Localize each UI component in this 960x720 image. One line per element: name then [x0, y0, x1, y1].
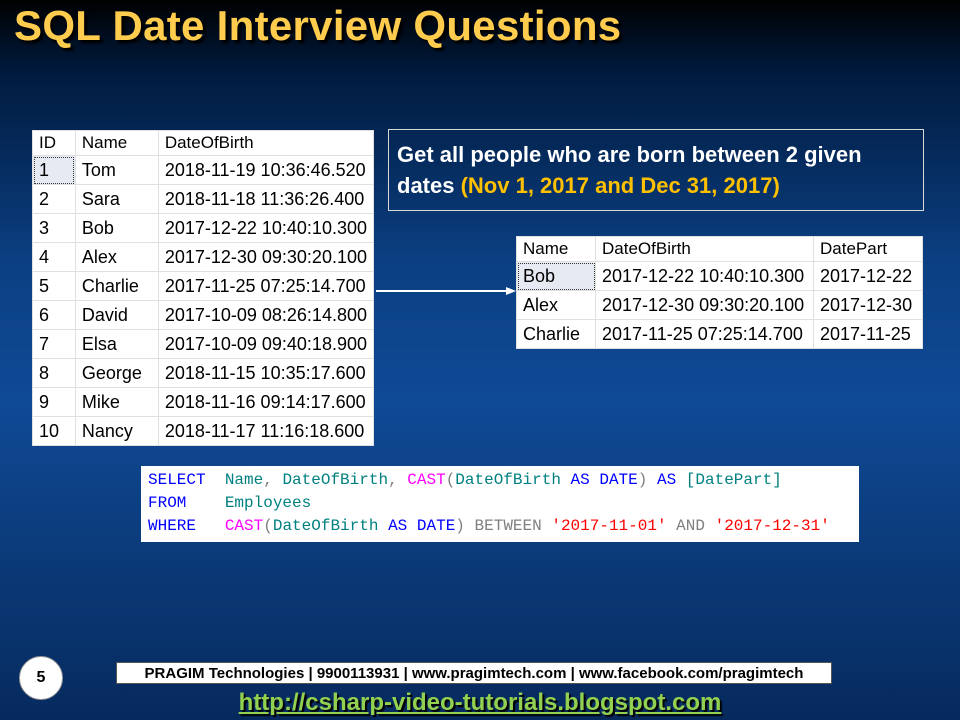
table-cell[interactable]: 2018-11-15 10:35:17.600	[157, 358, 375, 388]
table-cell[interactable]: Tom	[74, 155, 159, 185]
table-row[interactable]: Charlie 2017-11-25 07:25:14.700 2017-11-25	[516, 319, 923, 349]
sql-identifier: [DatePart]	[685, 471, 782, 489]
sql-operator: BETWEEN	[474, 517, 542, 535]
column-header: DatePart	[813, 236, 923, 262]
table-cell[interactable]: 2017-10-09 09:40:18.900	[157, 329, 375, 359]
question-date-range: (Nov 1, 2017 and Dec 31, 2017)	[460, 173, 780, 198]
arrow-icon	[376, 287, 516, 295]
table-row[interactable]: 7 Elsa 2017-10-09 09:40:18.900	[32, 329, 375, 359]
table-cell[interactable]: 4	[32, 242, 76, 272]
table-cell[interactable]: David	[74, 300, 159, 330]
table-cell[interactable]: 10	[32, 416, 76, 446]
table-row[interactable]: 2 Sara 2018-11-18 11:36:26.400	[32, 184, 375, 214]
sql-keyword: FROM	[148, 494, 187, 512]
sql-keyword: DATE	[599, 471, 638, 489]
sql-operator: AND	[676, 517, 705, 535]
sql-identifier: DateOfBirth	[455, 471, 561, 489]
table-row[interactable]: 8 George 2018-11-15 10:35:17.600	[32, 358, 375, 388]
sql-line: WHERE CAST(DateOfBirth AS DATE) BETWEEN …	[148, 517, 830, 535]
table-cell[interactable]: Bob	[74, 213, 159, 243]
table-cell[interactable]: 2	[32, 184, 76, 214]
table-cell[interactable]: Elsa	[74, 329, 159, 359]
table-cell[interactable]: George	[74, 358, 159, 388]
source-table: ID Name DateOfBirth 1 Tom 2018-11-19 10:36…	[32, 130, 375, 446]
table-cell[interactable]: Mike	[74, 387, 159, 417]
table-cell[interactable]: 1	[32, 155, 76, 185]
table-cell[interactable]: 9	[32, 387, 76, 417]
table-cell[interactable]: 2017-11-25 07:25:14.700	[595, 319, 814, 349]
table-cell[interactable]: 2018-11-16 09:14:17.600	[157, 387, 375, 417]
table-row[interactable]: 3 Bob 2017-12-22 10:40:10.300	[32, 213, 375, 243]
sql-line: FROM Employees	[148, 494, 311, 512]
table-cell[interactable]: 2017-11-25	[813, 319, 923, 349]
sql-operator: )	[455, 517, 465, 535]
table-row[interactable]: 5 Charlie 2017-11-25 07:25:14.700	[32, 271, 375, 301]
table-cell[interactable]: Charlie	[74, 271, 159, 301]
table-row[interactable]: 1 Tom 2018-11-19 10:36:46.520	[32, 155, 375, 185]
sql-identifier: DateOfBirth	[272, 517, 379, 535]
sql-query-block: SELECT Name, DateOfBirth, CAST(DateOfBir…	[141, 466, 859, 542]
table-cell[interactable]: Sara	[74, 184, 159, 214]
slide-title: SQL Date Interview Questions	[14, 2, 622, 49]
sql-keyword: DATE	[416, 517, 456, 535]
footer-banner: PRAGIM Technologies | 9900113931 | www.p…	[116, 662, 832, 684]
sql-string: '2017-11-01'	[551, 517, 667, 535]
table-row[interactable]: 6 David 2017-10-09 08:26:14.800	[32, 300, 375, 330]
table-row[interactable]: Alex 2017-12-30 09:30:20.100 2017-12-30	[516, 290, 923, 320]
sql-line: SELECT Name, DateOfBirth, CAST(DateOfBir…	[148, 471, 782, 489]
sql-function: CAST	[407, 471, 446, 489]
sql-keyword: AS	[388, 517, 408, 535]
sql-string: '2017-12-31'	[714, 517, 830, 535]
table-cell[interactable]: 2017-11-25 07:25:14.700	[157, 271, 375, 301]
column-header: DateOfBirth	[157, 130, 375, 156]
table-cell[interactable]: 2018-11-19 10:36:46.520	[157, 155, 375, 185]
table-row[interactable]: Bob 2017-12-22 10:40:10.300 2017-12-22	[516, 261, 923, 291]
sql-identifier: DateOfBirth	[282, 471, 389, 489]
table-header-row: Name DateOfBirth DatePart	[516, 236, 923, 262]
sql-keyword: WHERE	[148, 517, 197, 535]
table-cell[interactable]: 7	[32, 329, 76, 359]
sql-identifier: Employees	[224, 494, 312, 512]
sql-operator: )	[637, 471, 648, 489]
table-cell[interactable]: 2017-12-22	[813, 261, 923, 291]
column-header: DateOfBirth	[595, 236, 814, 262]
table-cell[interactable]: 2017-12-30	[813, 290, 923, 320]
table-cell[interactable]: Bob	[516, 261, 596, 291]
sql-keyword: AS	[570, 471, 590, 489]
table-cell[interactable]: Alex	[516, 290, 596, 320]
table-cell[interactable]: Charlie	[516, 319, 596, 349]
result-table: Name DateOfBirth DatePart Bob 2017-12-22 …	[516, 236, 923, 349]
table-row[interactable]: 10 Nancy 2018-11-17 11:16:18.600	[32, 416, 375, 446]
sql-operator: (	[445, 471, 456, 489]
sql-operator: (	[263, 517, 273, 535]
column-header: Name	[516, 236, 596, 262]
blog-link[interactable]: http://csharp-video-tutorials.blogspot.c…	[0, 689, 960, 717]
sql-keyword: AS	[656, 471, 677, 489]
question-callout: Get all people who are born between 2 gi…	[388, 129, 924, 211]
sql-function: CAST	[224, 517, 264, 535]
sql-operator: ,	[388, 471, 398, 489]
table-cell[interactable]: 2018-11-17 11:16:18.600	[157, 416, 375, 446]
table-cell[interactable]: 8	[32, 358, 76, 388]
table-cell[interactable]: 5	[32, 271, 76, 301]
table-header-row: ID Name DateOfBirth	[32, 130, 375, 156]
table-row[interactable]: 9 Mike 2018-11-16 09:14:17.600	[32, 387, 375, 417]
table-cell[interactable]: 2017-12-22 10:40:10.300	[595, 261, 814, 291]
table-cell[interactable]: Nancy	[74, 416, 159, 446]
table-cell[interactable]: Alex	[74, 242, 159, 272]
table-cell[interactable]: 2017-12-30 09:30:20.100	[595, 290, 814, 320]
column-header: ID	[32, 130, 76, 156]
column-header: Name	[74, 130, 159, 156]
table-cell[interactable]: 6	[32, 300, 76, 330]
sql-keyword: SELECT	[148, 471, 206, 489]
table-row[interactable]: 4 Alex 2017-12-30 09:30:20.100	[32, 242, 375, 272]
table-cell[interactable]: 2017-12-22 10:40:10.300	[157, 213, 375, 243]
table-cell[interactable]: 2018-11-18 11:36:26.400	[157, 184, 375, 214]
sql-operator: ,	[263, 471, 273, 489]
sql-identifier: Name	[224, 471, 264, 489]
table-cell[interactable]: 2017-12-30 09:30:20.100	[157, 242, 375, 272]
table-cell[interactable]: 2017-10-09 08:26:14.800	[157, 300, 375, 330]
table-cell[interactable]: 3	[32, 213, 76, 243]
